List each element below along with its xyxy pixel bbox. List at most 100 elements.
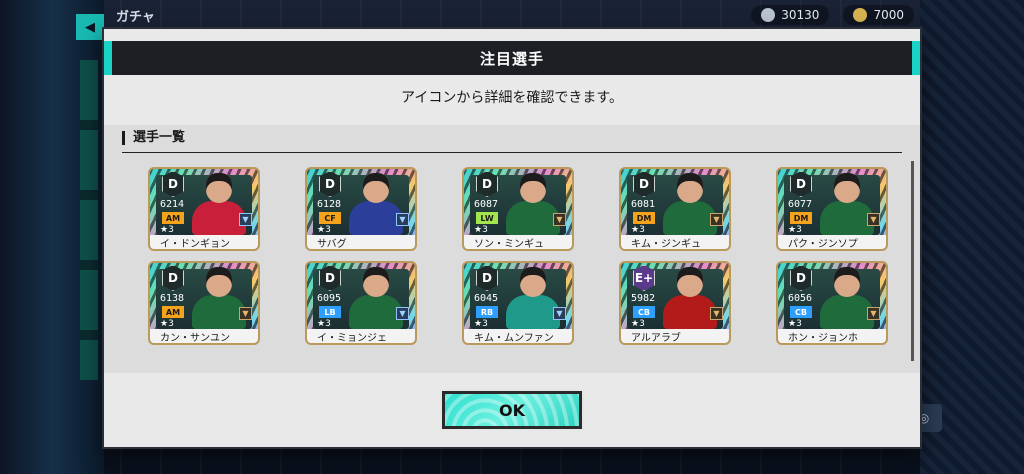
player-kit bbox=[192, 295, 246, 329]
player-head bbox=[834, 267, 860, 297]
star-rating: ★3 bbox=[317, 225, 331, 235]
skill-icon: ▼ bbox=[239, 213, 252, 226]
ok-button[interactable]: OK bbox=[440, 389, 584, 431]
player-kit bbox=[820, 295, 874, 329]
overall-rating: 6095 bbox=[317, 293, 342, 304]
player-card[interactable]: D 6214 AM ★3 ▼ イ・ドンギョン bbox=[148, 167, 260, 251]
player-head bbox=[677, 173, 703, 203]
overall-rating: 6214 bbox=[160, 199, 185, 210]
position-badge: DM bbox=[790, 212, 812, 224]
player-card[interactable]: D 6128 CF ★3 ▼ サバグ bbox=[305, 167, 417, 251]
skill-icon: ▼ bbox=[553, 213, 566, 226]
grade-label: D bbox=[168, 271, 178, 285]
position-badge: CB bbox=[790, 306, 812, 318]
player-name: アルアラブ bbox=[621, 329, 729, 343]
coin-icon bbox=[761, 8, 776, 22]
player-name: カン・サンユン bbox=[150, 329, 258, 343]
star-rating: ★3 bbox=[160, 225, 174, 235]
coin-counter-1: 30130 bbox=[751, 5, 830, 25]
grade-label: D bbox=[168, 177, 178, 191]
overall-rating: 6077 bbox=[788, 199, 813, 210]
position-badge: CF bbox=[319, 212, 341, 224]
player-head bbox=[206, 173, 232, 203]
player-kit bbox=[820, 201, 874, 235]
featured-players-modal: 注目選手 アイコンから詳細を確認できます。 選手一覧 D 6214 AM ★3 … bbox=[104, 29, 920, 447]
star-rating: ★3 bbox=[788, 319, 802, 329]
player-list-panel: 選手一覧 D 6214 AM ★3 ▼ イ・ドンギョン D 6128 CF ★3… bbox=[104, 125, 920, 373]
grade-label: D bbox=[482, 177, 492, 191]
star-rating: ★3 bbox=[788, 225, 802, 235]
player-card[interactable]: D 6087 LW ★3 ▼ ソン・ミンギュ bbox=[462, 167, 574, 251]
back-button[interactable]: ◀ bbox=[76, 14, 104, 40]
skill-icon: ▼ bbox=[710, 307, 723, 320]
position-badge: CB bbox=[633, 306, 655, 318]
player-card[interactable]: D 6045 RB ★3 ▼ キム・ムンファン bbox=[462, 261, 574, 345]
player-name: サバグ bbox=[307, 235, 415, 249]
skill-icon: ▼ bbox=[553, 307, 566, 320]
player-card[interactable]: D 6095 LB ★3 ▼ イ・ミョンジェ bbox=[305, 261, 417, 345]
modal-header: 注目選手 bbox=[104, 41, 920, 75]
player-head bbox=[206, 267, 232, 297]
header-accent-left bbox=[104, 41, 112, 75]
grade-label: D bbox=[639, 177, 649, 191]
grade-label: D bbox=[796, 271, 806, 285]
player-name: キム・ジンギュ bbox=[621, 235, 729, 249]
position-badge: RB bbox=[476, 306, 498, 318]
grade-label: D bbox=[325, 177, 335, 191]
position-badge: AM bbox=[162, 306, 184, 318]
modal-title: 注目選手 bbox=[479, 49, 544, 68]
player-name: キム・ムンファン bbox=[464, 329, 572, 343]
player-head bbox=[677, 267, 703, 297]
player-head bbox=[363, 267, 389, 297]
player-card[interactable]: D 6081 DM ★3 ▼ キム・ジンギュ bbox=[619, 167, 731, 251]
section-divider bbox=[122, 152, 902, 153]
player-kit bbox=[192, 201, 246, 235]
overall-rating: 5982 bbox=[631, 293, 656, 304]
position-badge: DM bbox=[633, 212, 655, 224]
player-card[interactable]: E+ 5982 CB ★3 ▼ アルアラブ bbox=[619, 261, 731, 345]
star-rating: ★3 bbox=[474, 225, 488, 235]
back-arrow-icon: ◀ bbox=[85, 19, 95, 35]
grade-label: D bbox=[325, 271, 335, 285]
player-head bbox=[363, 173, 389, 203]
player-card[interactable]: D 6138 AM ★3 ▼ カン・サンユン bbox=[148, 261, 260, 345]
overall-rating: 6045 bbox=[474, 293, 499, 304]
player-head bbox=[520, 173, 546, 203]
player-kit bbox=[506, 295, 560, 329]
background-right-panel bbox=[920, 0, 1024, 474]
grade-label: D bbox=[482, 271, 492, 285]
list-scrollbar[interactable] bbox=[911, 161, 914, 361]
section-title: 選手一覧 bbox=[122, 131, 185, 145]
skill-icon: ▼ bbox=[867, 307, 880, 320]
player-kit bbox=[663, 295, 717, 329]
skill-icon: ▼ bbox=[396, 213, 409, 226]
gem-icon bbox=[853, 8, 868, 22]
screen-title: ガチャ bbox=[116, 9, 155, 25]
grade-label: D bbox=[796, 177, 806, 191]
player-name: パク・ジンソプ bbox=[778, 235, 886, 249]
player-name: ホン・ジョンホ bbox=[778, 329, 886, 343]
overall-rating: 6138 bbox=[160, 293, 185, 304]
player-kit bbox=[349, 295, 403, 329]
star-rating: ★3 bbox=[160, 319, 174, 329]
position-badge: LW bbox=[476, 212, 498, 224]
skill-icon: ▼ bbox=[396, 307, 409, 320]
player-grid: D 6214 AM ★3 ▼ イ・ドンギョン D 6128 CF ★3 ▼ サバ… bbox=[148, 167, 888, 345]
background-left-panel bbox=[0, 0, 104, 474]
background-topbar: ガチャ 30130 7000 bbox=[104, 0, 1024, 30]
position-badge: AM bbox=[162, 212, 184, 224]
skill-icon: ▼ bbox=[239, 307, 252, 320]
position-badge: LB bbox=[319, 306, 341, 318]
player-name: ソン・ミンギュ bbox=[464, 235, 572, 249]
grade-label: E+ bbox=[634, 271, 654, 285]
overall-rating: 6087 bbox=[474, 199, 499, 210]
player-card[interactable]: D 6056 CB ★3 ▼ ホン・ジョンホ bbox=[776, 261, 888, 345]
overall-rating: 6128 bbox=[317, 199, 342, 210]
coin-counter-2: 7000 bbox=[843, 5, 914, 25]
player-kit bbox=[506, 201, 560, 235]
player-name: イ・ミョンジェ bbox=[307, 329, 415, 343]
player-kit bbox=[663, 201, 717, 235]
overall-rating: 6056 bbox=[788, 293, 813, 304]
player-card[interactable]: D 6077 DM ★3 ▼ パク・ジンソプ bbox=[776, 167, 888, 251]
header-accent-right bbox=[912, 41, 920, 75]
